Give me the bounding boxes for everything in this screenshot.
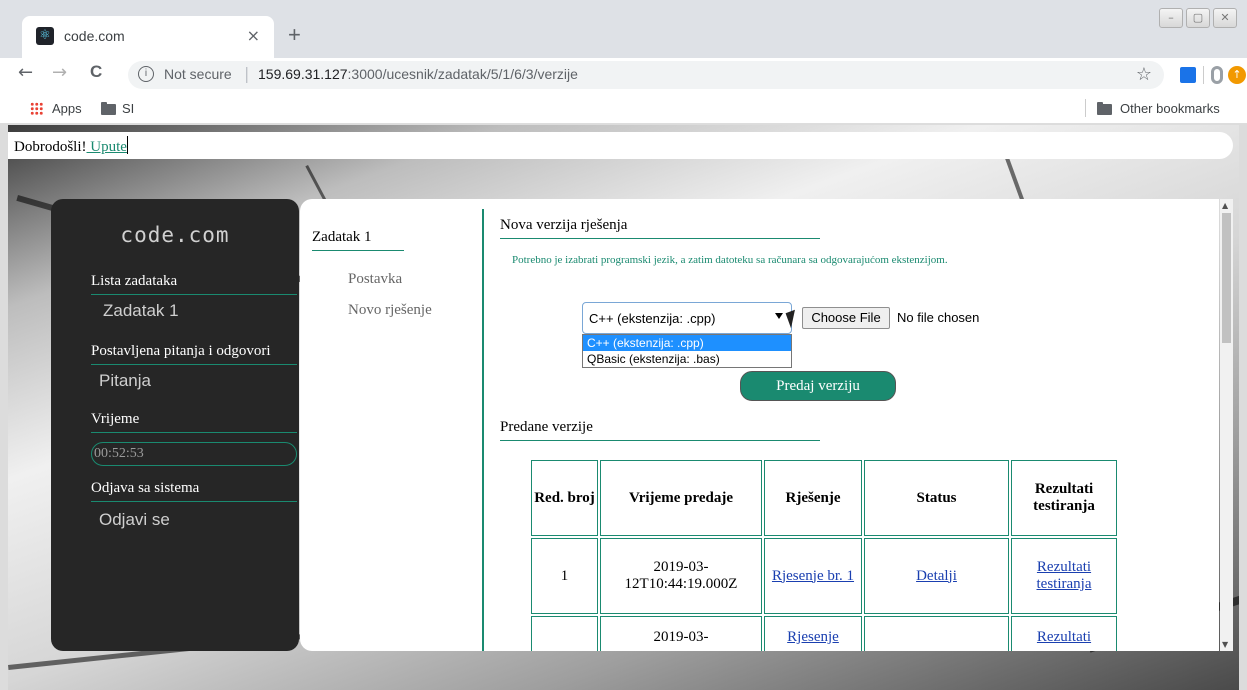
window-controls: – ▢ ✕	[1156, 8, 1237, 28]
info-icon[interactable]: i	[138, 66, 154, 82]
details-link[interactable]: Detalji	[916, 568, 957, 584]
reload-icon[interactable]: C	[90, 62, 102, 82]
tab-close-icon[interactable]: ×	[247, 26, 260, 45]
bookmark-divider	[1085, 99, 1086, 117]
main-panel: Zadatak 1 Postavka Novo rješenje Nova ve…	[300, 199, 1219, 651]
react-favicon-icon: ⚛	[36, 27, 54, 45]
column-header: Rješenje	[764, 460, 862, 536]
sidebar-item-task-1[interactable]: Zadatak 1	[103, 301, 179, 321]
vertical-divider	[482, 209, 484, 651]
close-window-icon[interactable]: ✕	[1213, 8, 1237, 28]
folder-icon	[1097, 102, 1112, 115]
apps-icon[interactable]	[30, 102, 43, 115]
toolbar-divider	[1203, 66, 1204, 84]
browser-tabstrip: ⚛ code.com × + – ▢ ✕	[0, 0, 1247, 58]
status-cell: Detalji	[864, 538, 1009, 614]
back-icon[interactable]: ←	[18, 62, 33, 83]
column-header: Status	[864, 460, 1009, 536]
solution-cell: Rjesenje br. 1	[764, 538, 862, 614]
table-row: 1 2019-03-12T10:44:19.000Z Rjesenje br. …	[531, 538, 1117, 614]
results-cell: Rezultati	[1011, 616, 1117, 651]
new-version-title: Nova verzija rješenja	[500, 217, 820, 239]
new-tab-button[interactable]: +	[288, 22, 301, 48]
task-title: Zadatak 1	[312, 229, 404, 251]
versions-table: Red. broj Vrijeme predaje Rješenje Statu…	[529, 458, 1119, 651]
language-option-cpp[interactable]: C++ (ekstenzija: .cpp)	[583, 335, 791, 351]
sidebar-item-questions[interactable]: Pitanja	[99, 371, 151, 391]
logout-heading: Odjava sa sistema	[91, 480, 297, 502]
browser-toolbar: ← → C i Not secure | 159.69.31.127:3000/…	[0, 58, 1247, 92]
submission-time: 2019-03-12T10:44:19.000Z	[600, 538, 762, 614]
column-header: Red. broj	[531, 460, 598, 536]
tab-title: code.com	[64, 28, 125, 44]
submit-version-button[interactable]: Predaj verziju	[740, 371, 896, 401]
extension-icon[interactable]	[1180, 67, 1196, 83]
solution-link[interactable]: Rjesenje br. 1	[772, 568, 854, 584]
language-select[interactable]: C++ (ekstenzija: .cpp)	[582, 302, 792, 334]
choose-file-button[interactable]: Choose File	[802, 307, 890, 329]
url-host: 159.69.31.127	[258, 66, 348, 82]
welcome-bar: Dobrodošli! Upute	[8, 132, 1233, 159]
url-text: 159.69.31.127:3000/ucesnik/zadatak/5/1/6…	[258, 66, 578, 82]
tasks-heading: Lista zadataka	[91, 273, 297, 295]
security-label: Not secure	[164, 66, 232, 82]
language-option-qbasic[interactable]: QBasic (ekstenzija: .bas)	[583, 351, 791, 367]
subnav-item-new-solution[interactable]: Novo rješenje	[348, 302, 432, 319]
folder-icon	[101, 102, 116, 115]
scrollbar[interactable]: ▲ ▼	[1220, 199, 1233, 651]
bookmark-other[interactable]: Other bookmarks	[1120, 101, 1220, 116]
star-icon[interactable]: ☆	[1136, 64, 1152, 85]
submission-time: 2019-03-	[600, 616, 762, 651]
qa-heading: Postavljena pitanja i odgovori	[91, 343, 297, 365]
time-heading: Vrijeme	[91, 411, 297, 433]
extension-icon[interactable]	[1211, 66, 1223, 84]
forward-icon[interactable]: →	[52, 62, 67, 83]
scroll-thumb[interactable]	[1222, 213, 1231, 343]
address-bar[interactable]: i Not secure | 159.69.31.127:3000/ucesni…	[128, 61, 1164, 89]
url-separator: |	[244, 64, 250, 83]
solution-cell: Rjesenje	[764, 616, 862, 651]
results-link[interactable]: Rezultati	[1037, 629, 1091, 645]
column-header: Rezultati testiranja	[1011, 460, 1117, 536]
maximize-icon[interactable]: ▢	[1186, 8, 1210, 28]
page-viewport: Dobrodošli! Upute code.com Lista zadatak…	[8, 125, 1239, 690]
text-caret	[126, 136, 128, 154]
brand-logo: code.com	[120, 223, 230, 247]
bookmark-apps[interactable]: Apps	[52, 101, 82, 116]
status-cell	[864, 616, 1009, 651]
browser-tab[interactable]: ⚛ code.com ×	[22, 16, 274, 58]
welcome-text: Dobrodošli!	[14, 139, 87, 155]
scroll-up-icon[interactable]: ▲	[1222, 201, 1228, 210]
logout-link[interactable]: Odjavi se	[99, 510, 170, 530]
scroll-down-icon[interactable]: ▼	[1222, 640, 1228, 649]
subnav-item-statement[interactable]: Postavka	[348, 271, 402, 288]
bookmarks-bar: Apps SI Other bookmarks	[0, 92, 1247, 124]
results-cell: Rezultati testiranja	[1011, 538, 1117, 614]
language-select-value: C++ (ekstenzija: .cpp)	[589, 311, 716, 326]
bookmark-folder-si[interactable]: SI	[122, 101, 134, 116]
row-number	[531, 616, 598, 651]
column-header: Vrijeme predaje	[600, 460, 762, 536]
chevron-down-icon	[775, 313, 783, 319]
instructions-text: Potrebno je izabrati programski jezik, a…	[512, 254, 948, 266]
row-number: 1	[531, 538, 598, 614]
timer-display: 00:52:53	[91, 442, 297, 466]
language-dropdown: C++ (ekstenzija: .cpp) QBasic (ekstenzij…	[582, 334, 792, 368]
table-row: 2019-03- Rjesenje Rezultati	[531, 616, 1117, 651]
file-status: No file chosen	[897, 310, 980, 325]
table-header-row: Red. broj Vrijeme predaje Rješenje Statu…	[531, 460, 1117, 536]
results-link[interactable]: Rezultati testiranja	[1037, 559, 1092, 592]
solution-link[interactable]: Rjesenje	[787, 629, 839, 645]
minimize-icon[interactable]: –	[1159, 8, 1183, 28]
url-path: :3000/ucesnik/zadatak/5/1/6/3/verzije	[347, 66, 578, 82]
extension-icon[interactable]: ↑	[1228, 66, 1246, 84]
submitted-versions-title: Predane verzije	[500, 419, 820, 441]
help-link[interactable]: Upute	[87, 139, 127, 155]
sidebar: code.com Lista zadataka Zadatak 1 Postav…	[51, 199, 299, 651]
